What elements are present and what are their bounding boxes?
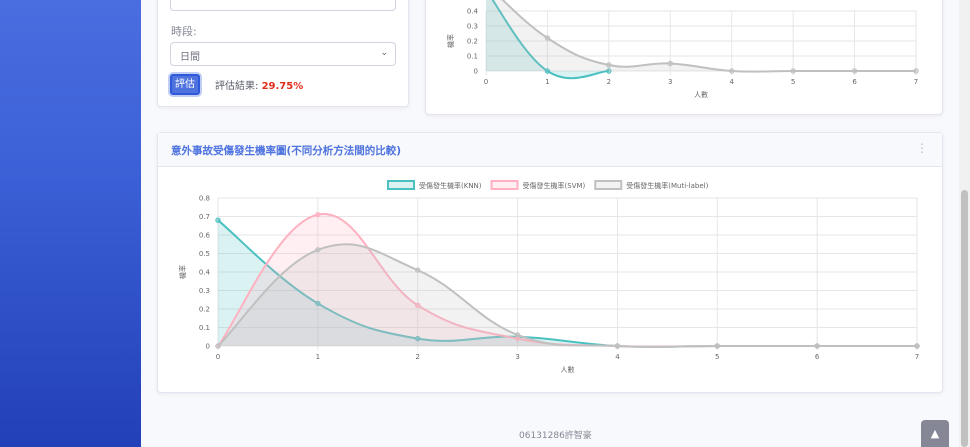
- evaluation-result: 評估結果: 29.75%: [215, 77, 303, 92]
- data-point: [614, 343, 621, 349]
- more-options-icon[interactable]: ⋮: [916, 141, 928, 155]
- y-tick-label: 0.2: [199, 306, 210, 314]
- chevron-down-icon: ⌄: [380, 48, 388, 58]
- scrollbar[interactable]: [959, 0, 970, 447]
- previous-input-field[interactable]: [170, 0, 396, 11]
- scrollbar-thumb[interactable]: [961, 190, 968, 447]
- footer-text: 06131286許智豪: [519, 431, 592, 441]
- legend-label: 受傷發生機率(SVM): [523, 181, 586, 190]
- x-tick-label: 0: [216, 353, 220, 361]
- x-tick-label: 2: [415, 353, 419, 361]
- data-point: [714, 343, 720, 349]
- data-point: [215, 217, 221, 223]
- evaluation-form-card: 時段: 日間 ⌄ 評估 評估結果: 29.75%: [157, 0, 409, 107]
- x-tick-label: 0: [484, 78, 488, 86]
- x-tick-label: 7: [915, 353, 919, 361]
- x-tick-label: 4: [729, 78, 734, 86]
- top-chart: 0 0.1 0.2 0.3 0.4 0 1 2 3 4 5 6 7 人數 機率: [446, 0, 919, 99]
- period-label: 時段:: [171, 25, 197, 38]
- y-tick-label: 0.6: [199, 232, 211, 240]
- result-value: 29.75%: [261, 81, 304, 92]
- sidebar: [0, 0, 141, 447]
- data-point: [729, 68, 735, 74]
- y-tick-label: 0.3: [467, 23, 478, 31]
- top-chart-card: 0 0.1 0.2 0.3 0.4 0 1 2 3 4 5 6 7 人數 機率: [425, 0, 943, 115]
- y-tick-label: 0.7: [199, 213, 210, 221]
- y-tick-label: 0: [474, 68, 478, 76]
- y-tick-label: 0: [206, 343, 210, 351]
- series-area: [218, 244, 917, 347]
- x-tick-label: 4: [615, 353, 620, 361]
- x-axis-title: 人數: [561, 365, 575, 374]
- y-tick-label: 0.4: [199, 269, 211, 277]
- period-select[interactable]: 日間 ⌄: [170, 42, 396, 66]
- data-point: [606, 62, 612, 68]
- data-point: [514, 332, 521, 338]
- data-point: [315, 247, 321, 253]
- legend-swatch: [594, 180, 623, 190]
- y-axis-title: 機率: [446, 34, 455, 48]
- evaluate-button[interactable]: 評估: [170, 74, 200, 95]
- y-tick-label: 0.4: [467, 8, 479, 16]
- legend-label: 受傷發生機率(Muti-label): [626, 181, 708, 190]
- y-tick-label: 0.2: [467, 38, 478, 46]
- y-tick-label: 0.5: [199, 250, 210, 258]
- data-point: [814, 343, 820, 349]
- y-tick-label: 0.8: [199, 195, 210, 203]
- comparison-chart-card: 意外事故受傷發生機率圖(不同分析方法間的比較) ⋮ 0 0.1 0.2 0.3 0.4 0…: [157, 132, 943, 393]
- x-tick-label: 6: [815, 353, 820, 361]
- x-tick-label: 1: [545, 78, 549, 86]
- legend-swatch: [490, 180, 519, 190]
- data-point: [790, 68, 796, 74]
- result-label: 評估結果:: [215, 81, 259, 92]
- comparison-chart: 0 0.1 0.2 0.3 0.4 0.5 0.6 0.7 0.8 0 1 2 3 4 5 6 7 人數 機率 受傷發…: [178, 180, 920, 374]
- data-point: [544, 35, 551, 41]
- x-tick-label: 1: [316, 353, 320, 361]
- x-tick-label: 3: [668, 78, 672, 86]
- data-point: [851, 68, 858, 74]
- legend-label: 受傷發生機率(KNN): [419, 181, 482, 190]
- card-header: 意外事故受傷發生機率圖(不同分析方法間的比較) ⋮: [158, 133, 942, 167]
- y-axis-title: 機率: [178, 265, 187, 279]
- x-tick-label: 3: [515, 353, 519, 361]
- chevron-up-icon: ▲: [930, 427, 940, 440]
- legend-swatch: [387, 180, 415, 190]
- data-point: [315, 211, 321, 218]
- x-tick-label: 5: [715, 353, 719, 361]
- y-tick-label: 0.1: [199, 324, 210, 332]
- data-point: [215, 343, 221, 349]
- data-point: [914, 343, 920, 349]
- y-tick-label: 0.3: [199, 287, 210, 295]
- y-tick-label: 0.1: [467, 53, 478, 61]
- data-point: [913, 68, 919, 74]
- period-select-value: 日間: [180, 52, 200, 63]
- x-tick-label: 7: [914, 78, 918, 86]
- x-axis-title: 人數: [694, 90, 708, 99]
- card-title: 意外事故受傷發生機率圖(不同分析方法間的比較): [171, 145, 402, 157]
- x-tick-label: 2: [607, 78, 611, 86]
- back-to-top-button[interactable]: ▲: [921, 420, 949, 447]
- x-tick-label: 6: [852, 78, 857, 86]
- data-point: [415, 267, 421, 273]
- x-tick-label: 5: [791, 78, 795, 86]
- data-point: [667, 60, 673, 67]
